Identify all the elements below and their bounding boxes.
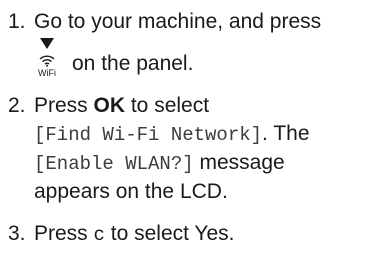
step-3-rest: to select Yes. [104,222,235,245]
wifi-key-icon: WiFi [38,38,56,78]
step-2-to-select: to select [125,94,210,117]
step-1-panel-text: on the panel. [72,52,194,75]
step-2: 2. Press OK to select [Find Wi-Fi Networ… [8,92,384,206]
steps-list: 1. Go to your machine, and press WiFi on… [8,8,384,249]
step-1-text: Go to your machine, and press [34,10,322,33]
step-number: 1. [8,10,26,33]
step-1-panel-line: WiFi on the panel. [34,36,384,80]
step-3-press: Press [34,222,94,245]
c-key-label: c [93,224,105,246]
instruction-document: 1. Go to your machine, and press WiFi on… [0,0,388,256]
ok-key-label: OK [93,94,126,117]
lcd-message: [Enable WLAN?] [34,153,194,175]
menu-option-find-wifi: [Find Wi-Fi Network] [34,124,263,146]
step-2-appears: appears on the LCD. [34,180,228,203]
step-number: 2. [8,94,26,117]
step-3: 3. Press c to select Yes. [8,220,384,249]
step-2-press: Press [34,94,94,117]
wifi-key-label: WiFi [38,68,56,78]
step-number: 3. [8,222,26,245]
step-1: 1. Go to your machine, and press WiFi on… [8,8,384,80]
step-2-message-rest: message [193,151,285,174]
step-2-the: . The [262,122,310,145]
